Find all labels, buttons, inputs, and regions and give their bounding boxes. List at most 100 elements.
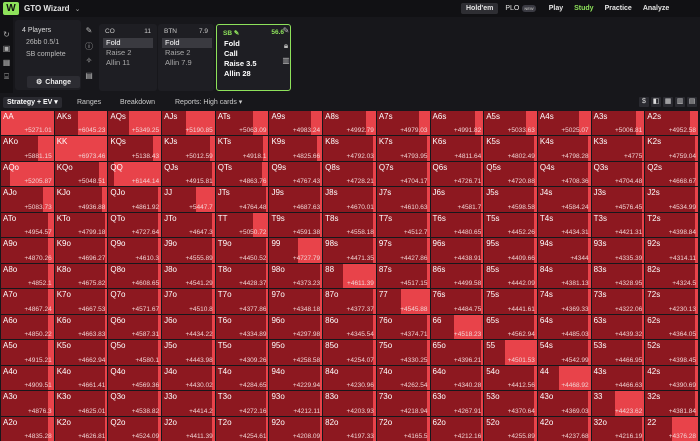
hand-cell[interactable]: 76o +4374.71 <box>376 314 430 340</box>
hand-cell[interactable]: A4o +4909.51 <box>1 365 54 391</box>
position-card-co[interactable]: CO 11 Fold Raise 2 Allin 11 <box>99 24 157 91</box>
hand-cell[interactable]: 82s +4324.5 <box>645 263 698 289</box>
hand-cell[interactable]: 82o +4197.33 <box>323 416 376 441</box>
hand-cell[interactable]: A6s +4991.82 <box>430 111 484 136</box>
hand-cell[interactable]: T8o +4428.37 <box>215 263 269 289</box>
action-fold[interactable]: Fold <box>162 38 212 48</box>
hand-cell[interactable]: ATs +5063.09 <box>215 111 269 136</box>
hand-cell[interactable]: A8s +4992.79 <box>323 111 376 136</box>
hand-cell[interactable]: JTo +4647.3 <box>162 212 215 238</box>
hand-cell[interactable]: AQo +5205.87 <box>1 161 54 187</box>
hand-cell[interactable]: A7s +4979.03 <box>376 111 430 136</box>
action-allin[interactable]: Allin 28 <box>221 69 271 79</box>
hand-cell[interactable]: J6s +4581.7 <box>430 187 484 212</box>
hand-cell[interactable]: AJs +5190.85 <box>162 111 215 136</box>
edit-icon[interactable]: ✎ <box>281 26 291 35</box>
action-fold[interactable]: Fold <box>221 39 271 49</box>
tab-ranges[interactable]: Ranges <box>77 97 101 108</box>
table-icon[interactable]: ⌸ <box>2 72 11 81</box>
hand-cell[interactable]: 53s +4466.95 <box>591 340 645 365</box>
hand-cell[interactable]: 75o +4330.25 <box>376 340 430 365</box>
hand-cell[interactable]: J8o +4541.29 <box>162 263 215 289</box>
nav-analyze[interactable]: Analyze <box>643 5 669 12</box>
hand-cell[interactable]: J5o +4443.98 <box>162 340 215 365</box>
hand-cell[interactable]: 93s +4335.39 <box>591 238 645 263</box>
hand-cell[interactable]: T4s +4434.31 <box>537 212 591 238</box>
hand-cell[interactable]: A3s +5006.81 <box>591 111 645 136</box>
hand-cell[interactable]: 93o +4212.11 <box>269 391 323 416</box>
hand-cell[interactable]: Q3o +4538.82 <box>108 391 162 416</box>
hand-cell[interactable]: JJ +5447.7 <box>162 187 215 212</box>
hand-cell[interactable]: 55 +4501.53 <box>484 340 537 365</box>
hand-cell[interactable]: 72s +4230.13 <box>645 289 698 314</box>
hand-cell[interactable]: 73o +4218.94 <box>376 391 430 416</box>
hand-cell[interactable]: K9o +4696.27 <box>54 238 108 263</box>
hand-cell[interactable]: J7o +4510.8 <box>162 289 215 314</box>
action-raise[interactable]: Raise 2 <box>103 48 153 58</box>
quad-square-icon[interactable]: ▦ <box>663 97 673 107</box>
hand-cell[interactable]: 63o +4267.91 <box>430 391 484 416</box>
hand-cell[interactable]: 97s +4427.86 <box>376 238 430 263</box>
hand-cell[interactable]: 95o +4258.58 <box>269 340 323 365</box>
hand-cell[interactable]: J2s +4534.99 <box>645 187 698 212</box>
hand-cell[interactable]: 62s +4364.05 <box>645 314 698 340</box>
hand-cell[interactable]: K4s +4798.28 <box>537 136 591 161</box>
hand-cell[interactable]: 52s +4398.45 <box>645 340 698 365</box>
hand-cell[interactable]: Q8o +4608.65 <box>108 263 162 289</box>
hand-cell[interactable]: 98s +4471.35 <box>323 238 376 263</box>
tab-strategy-ev[interactable]: Strategy + EV ▾ <box>3 97 62 108</box>
grid-icon[interactable]: ▦ <box>2 58 11 67</box>
hand-cell[interactable]: A9o +4870.26 <box>1 238 54 263</box>
hand-cell[interactable]: KTo +4799.18 <box>54 212 108 238</box>
layout-icon[interactable]: ▤ <box>84 71 94 80</box>
nav-plo[interactable]: PLO <box>505 5 519 12</box>
half-square-icon[interactable]: ◧ <box>651 97 661 107</box>
hand-cell[interactable]: K4o +4661.41 <box>54 365 108 391</box>
hand-cell[interactable]: 54o +4412.56 <box>484 365 537 391</box>
hand-cell[interactable]: 95s +4409.66 <box>484 238 537 263</box>
hand-cell[interactable]: 85o +4254.07 <box>323 340 376 365</box>
change-button[interactable]: ⚙ Change <box>27 76 80 88</box>
hand-cell[interactable]: Q2s +4668.67 <box>645 161 698 187</box>
save-icon[interactable]: ▣ <box>2 44 11 53</box>
hand-cell[interactable]: QTs +4863.76 <box>215 161 269 187</box>
hand-cell[interactable]: AKs +6045.23 <box>54 111 108 136</box>
stripes-icon[interactable]: ▤ <box>687 97 697 107</box>
action-raise[interactable]: Raise 3.5 <box>221 59 271 69</box>
hand-cell[interactable]: Q6s +4726.71 <box>430 161 484 187</box>
hand-cell[interactable]: J5s +4598.58 <box>484 187 537 212</box>
hand-cell[interactable]: 32o +4216.19 <box>591 416 645 441</box>
hand-cell[interactable]: 63s +4439.32 <box>591 314 645 340</box>
hand-cell[interactable]: J4o +4430.02 <box>162 365 215 391</box>
hand-cell[interactable]: J7s +4610.63 <box>376 187 430 212</box>
hand-cell[interactable]: Q4o +4569.36 <box>108 365 162 391</box>
book-icon[interactable]: ▥ <box>281 56 291 65</box>
hand-cell[interactable]: 53o +4370.64 <box>484 391 537 416</box>
hand-cell[interactable]: K9s +4825.66 <box>269 136 323 161</box>
hand-cell[interactable]: AJo +5083.73 <box>1 187 54 212</box>
hand-cell[interactable]: A9s +4983.24 <box>269 111 323 136</box>
hand-cell[interactable]: 83s +4328.95 <box>591 263 645 289</box>
hand-cell[interactable]: Q3s +4704.48 <box>591 161 645 187</box>
action-raise[interactable]: Raise 2 <box>162 48 212 58</box>
hand-cell[interactable]: T3s +4421.31 <box>591 212 645 238</box>
hand-cell[interactable]: 42s +4390.69 <box>645 365 698 391</box>
hand-cell[interactable]: TT +5050.72 <box>215 212 269 238</box>
hand-cell[interactable]: K5o +4662.94 <box>54 340 108 365</box>
hand-cell[interactable]: 85s +4442.09 <box>484 263 537 289</box>
dollar-icon[interactable]: $ <box>639 97 649 107</box>
hand-cell[interactable]: T2o +4254.61 <box>215 416 269 441</box>
hand-cell[interactable]: 75s +4441.61 <box>484 289 537 314</box>
hand-cell[interactable]: ATo +4954.57 <box>1 212 54 238</box>
hand-cell[interactable]: 84s +4381.13 <box>537 263 591 289</box>
hand-cell[interactable]: Q4s +4708.36 <box>537 161 591 187</box>
hand-cell[interactable]: 99 +4727.79 <box>269 238 323 263</box>
hand-cell[interactable]: Q9s +4767.43 <box>269 161 323 187</box>
hand-cell[interactable]: J6o +4434.22 <box>162 314 215 340</box>
hand-cell[interactable]: QTo +4727.64 <box>108 212 162 238</box>
hand-cell[interactable]: J9o +4555.89 <box>162 238 215 263</box>
hand-cell[interactable]: JTs +4764.48 <box>215 187 269 212</box>
hand-cell[interactable]: J9s +4687.63 <box>269 187 323 212</box>
hand-cell[interactable]: T4o +4284.65 <box>215 365 269 391</box>
hand-cell[interactable]: K3s +4775 <box>591 136 645 161</box>
